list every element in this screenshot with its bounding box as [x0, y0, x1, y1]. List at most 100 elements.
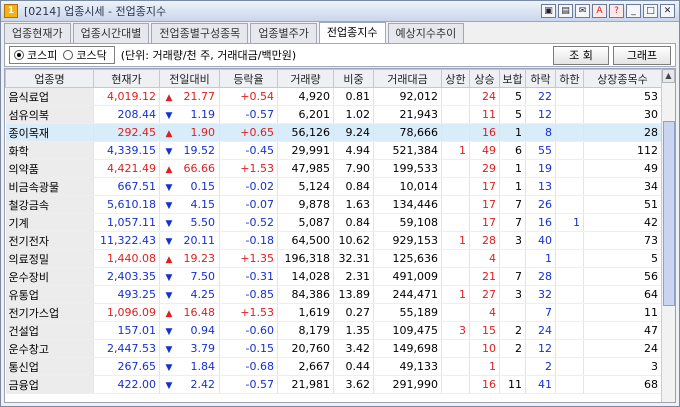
column-header[interactable]: 거래대금 — [373, 69, 442, 88]
kosdaq-radio[interactable] — [63, 50, 74, 60]
table-row[interactable]: 의료정밀 1,440.08 ▲ 19.23 +1.35 196,318 32.31 125,6… — [5, 249, 662, 268]
change-value: 1.84 — [190, 360, 216, 373]
table-row[interactable]: 음식료업 4,019.12 ▲ 21.77 +0.54 4,920 0.81 92,012 24… — [5, 87, 662, 106]
mail-icon[interactable]: ✉ — [575, 4, 590, 18]
cell-change: ▼ 4.15 — [159, 195, 220, 214]
cell-flat — [499, 303, 526, 322]
column-header[interactable]: 현재가 — [93, 69, 160, 88]
column-header[interactable]: 보합 — [499, 69, 526, 88]
cell-flat: 1 — [499, 123, 526, 142]
graph-button[interactable]: 그래프 — [613, 46, 671, 65]
change-value: 16.48 — [183, 306, 216, 319]
cell-change: ▼ 0.15 — [159, 177, 220, 196]
cell-volume: 20,760 — [277, 339, 334, 358]
table-row[interactable]: 전기전자 11,322.43 ▼ 20.11 -0.18 64,500 10.62 929,1… — [5, 231, 662, 250]
cell-rise: 29 — [469, 159, 500, 178]
screen-icon[interactable]: ▣ — [541, 4, 556, 18]
cell-name: 전기전자 — [5, 231, 94, 250]
help-icon[interactable]: ? — [609, 4, 624, 18]
cell-amount: 521,384 — [373, 141, 442, 160]
cell-listed: 47 — [583, 321, 662, 340]
cell-flat — [499, 357, 526, 376]
column-header[interactable]: 비중 — [333, 69, 374, 88]
query-button[interactable]: 조 회 — [553, 46, 609, 65]
column-header[interactable]: 상한 — [441, 69, 470, 88]
cell-rate: -0.85 — [219, 285, 278, 304]
table-row[interactable]: 건설업 157.01 ▼ 0.94 -0.60 8,179 1.35 109,475 3 15 2 2… — [5, 321, 662, 340]
kosdaq-label[interactable]: 코스닥 — [76, 47, 106, 63]
cell-listed: 34 — [583, 177, 662, 196]
table-row[interactable]: 섬유의복 208.44 ▼ 1.19 -0.57 6,201 1.02 21,943 11 5 12… — [5, 105, 662, 124]
table-row[interactable]: 운수장비 2,403.35 ▼ 7.50 -0.31 14,028 2.31 491,009 2… — [5, 267, 662, 286]
tab-0[interactable]: 업종현재가 — [4, 23, 71, 43]
table-row[interactable]: 철강금속 5,610.18 ▼ 4.15 -0.07 9,878 1.63 134,446 17… — [5, 195, 662, 214]
minimize-icon[interactable]: _ — [626, 4, 641, 18]
cell-change: ▼ 20.11 — [159, 231, 220, 250]
column-header[interactable]: 하한 — [555, 69, 584, 88]
tab-1[interactable]: 업종시간대별 — [72, 23, 150, 43]
cell-flat: 2 — [499, 339, 526, 358]
cell-rate: -0.52 — [219, 213, 278, 232]
font-icon[interactable]: A — [592, 4, 607, 18]
tab-5[interactable]: 예상지수추이 — [387, 23, 465, 43]
title-buttons: ▣ ▤ ✉ A? _ □ ✕ — [541, 4, 675, 18]
kospi-radio[interactable] — [14, 50, 24, 60]
cell-weight: 13.89 — [333, 285, 374, 304]
down-triangle-icon: ▼ — [165, 237, 173, 247]
table-row[interactable]: 종이목재 292.45 ▲ 1.90 +0.65 56,126 9.24 78,666 16 1 8… — [5, 123, 662, 142]
maximize-icon[interactable]: □ — [643, 4, 658, 18]
table-row[interactable]: 전기가스업 1,096.09 ▲ 16.48 +1.53 1,619 0.27 55,189 4… — [5, 303, 662, 322]
layout-icon[interactable]: ▤ — [558, 4, 573, 18]
vertical-scrollbar[interactable]: ▲ — [661, 69, 675, 402]
table-row[interactable]: 의약품 4,421.49 ▲ 66.66 +1.53 47,985 7.90 199,533 2… — [5, 159, 662, 178]
cell-upper — [441, 375, 470, 394]
table-row[interactable]: 금융업 422.00 ▼ 2.42 -0.57 21,981 3.62 291,990 16 11… — [5, 375, 662, 394]
column-header[interactable]: 업종명 — [5, 69, 94, 88]
cell-change: ▼ 19.52 — [159, 141, 220, 160]
table-row[interactable]: 유통업 493.25 ▼ 4.25 -0.85 84,386 13.89 244,471 1 27… — [5, 285, 662, 304]
cell-lower — [555, 339, 584, 358]
table-row[interactable]: 화학 4,339.15 ▼ 19.52 -0.45 29,991 4.94 521,384 1 4… — [5, 141, 662, 160]
cell-upper — [441, 249, 470, 268]
table-row[interactable]: 비금속광물 667.51 ▼ 0.15 -0.02 5,124 0.84 10,014 17 1 1… — [5, 177, 662, 196]
tab-2[interactable]: 전업종별구성종목 — [151, 23, 249, 43]
table-row[interactable]: 통신업 267.65 ▼ 1.84 -0.68 2,667 0.44 49,133 1 2 3 — [5, 357, 662, 376]
cell-listed: 68 — [583, 375, 662, 394]
cell-volume: 196,318 — [277, 249, 334, 268]
scroll-thumb[interactable] — [663, 121, 675, 306]
cell-lower — [555, 375, 584, 394]
table-row[interactable]: 기계 1,057.11 ▼ 5.50 -0.52 5,087 0.84 59,108 17 7 16… — [5, 213, 662, 232]
change-value: 5.50 — [190, 216, 216, 229]
column-header[interactable]: 전일대비 — [159, 69, 220, 88]
cell-name: 섬유의복 — [5, 105, 94, 124]
cell-upper — [441, 195, 470, 214]
change-value: 19.23 — [183, 252, 216, 265]
scroll-up-icon[interactable]: ▲ — [662, 69, 675, 83]
cell-rate: +1.35 — [219, 249, 278, 268]
change-value: 1.90 — [190, 126, 216, 139]
column-header[interactable]: 등락율 — [219, 69, 278, 88]
cell-weight: 32.31 — [333, 249, 374, 268]
cell-upper: 1 — [441, 231, 470, 250]
cell-price: 422.00 — [93, 375, 160, 394]
cell-price: 4,019.12 — [93, 87, 160, 106]
column-header[interactable]: 상승 — [469, 69, 500, 88]
close-icon[interactable]: ✕ — [660, 4, 675, 18]
kospi-label[interactable]: 코스피 — [27, 47, 57, 63]
cell-rise: 10 — [469, 339, 500, 358]
down-triangle-icon: ▼ — [165, 381, 173, 391]
cell-rate: -0.57 — [219, 375, 278, 394]
column-header[interactable]: 거래량 — [277, 69, 334, 88]
cell-amount: 21,943 — [373, 105, 442, 124]
tab-3[interactable]: 업종별주가 — [250, 23, 317, 43]
column-header[interactable]: 상장종목수 — [583, 69, 662, 88]
table-row[interactable]: 운수창고 2,447.53 ▼ 3.79 -0.15 20,760 3.42 149,698 1… — [5, 339, 662, 358]
cell-listed: 49 — [583, 159, 662, 178]
sector-index-table: 업종명 현재가 전일대비 등락율 거래량 비중 거래대금 상한 상승 보합 하락 하한 상장종목수 음식… — [4, 68, 676, 403]
column-header[interactable]: 하락 — [525, 69, 556, 88]
cell-volume: 1,619 — [277, 303, 334, 322]
cell-lower — [555, 303, 584, 322]
cell-listed: 11 — [583, 303, 662, 322]
tab-4[interactable]: 전업종지수 — [318, 22, 386, 43]
cell-lower — [555, 87, 584, 106]
